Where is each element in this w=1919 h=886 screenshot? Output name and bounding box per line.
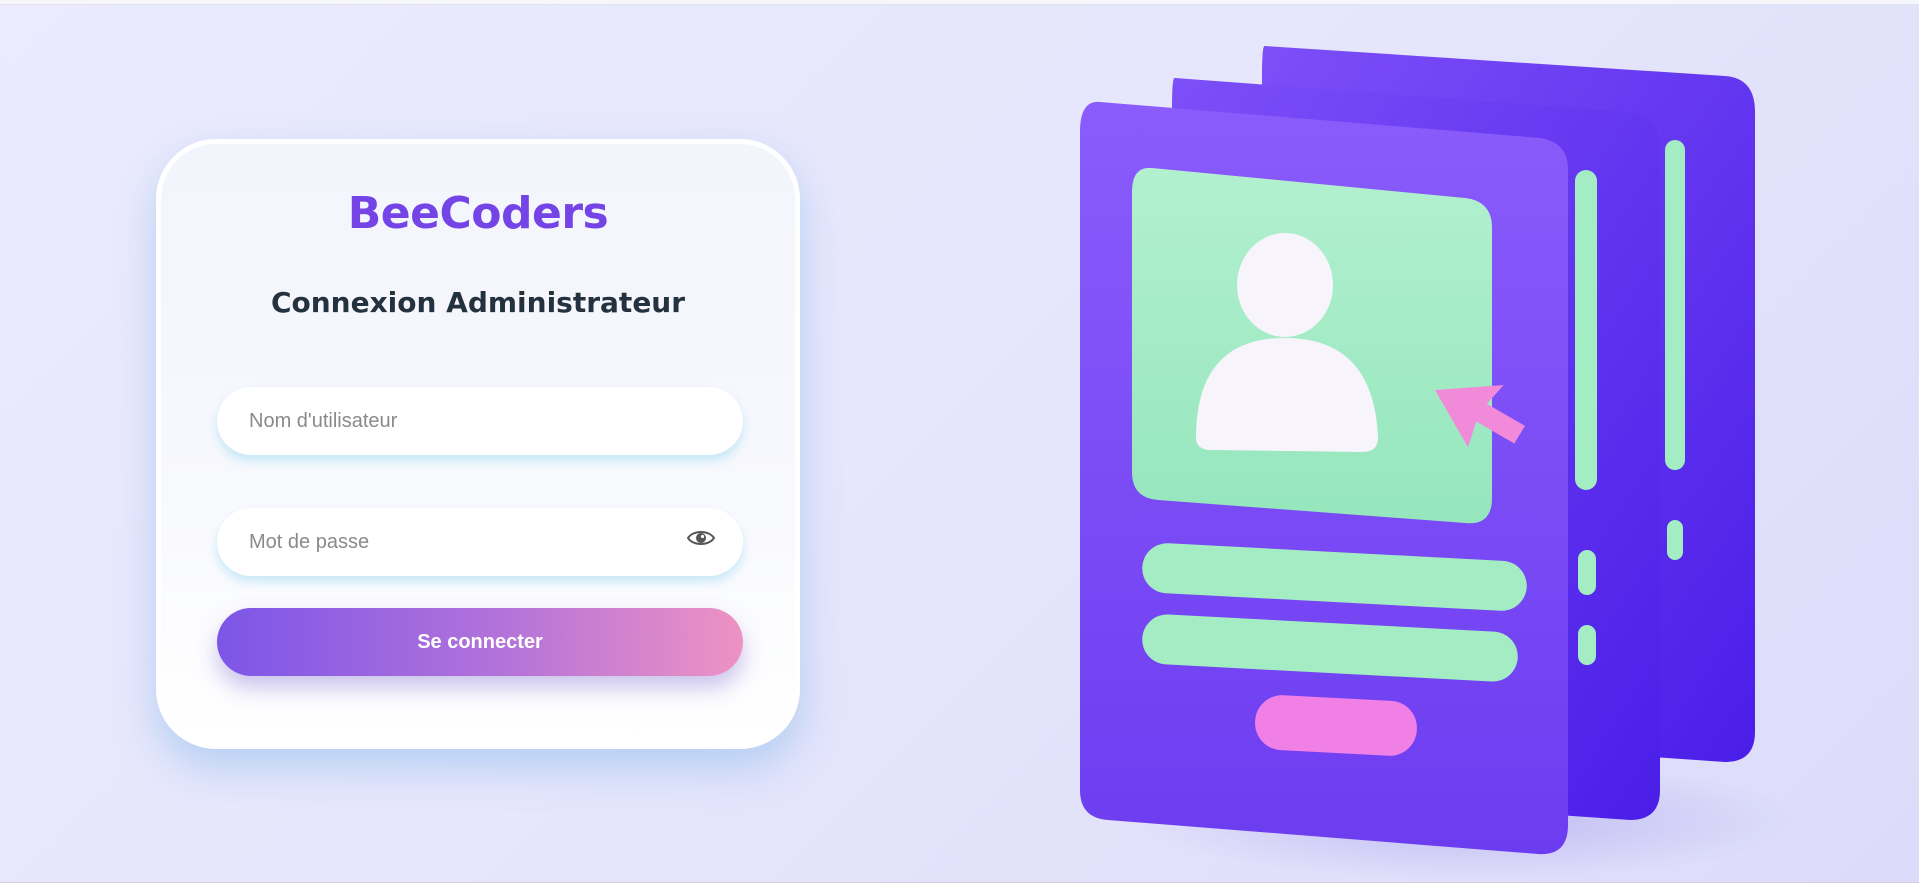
login-card: BeeCoders Connexion Administrateur Se co… <box>156 139 800 749</box>
avatar-head <box>1237 233 1333 337</box>
page-title: Connexion Administrateur <box>270 286 686 319</box>
brand-logo-text: BeeCoders <box>347 188 609 239</box>
password-input[interactable] <box>217 508 743 576</box>
top-border <box>0 0 1919 5</box>
profile-cards-illustration <box>1080 45 1790 880</box>
username-field-wrapper <box>217 387 743 455</box>
bottom-border <box>0 882 1919 886</box>
username-input[interactable] <box>217 387 743 455</box>
front-profile-card <box>1080 101 1568 855</box>
eye-icon[interactable] <box>686 528 716 548</box>
login-button[interactable]: Se connecter <box>217 608 743 676</box>
password-field-wrapper <box>217 508 743 576</box>
